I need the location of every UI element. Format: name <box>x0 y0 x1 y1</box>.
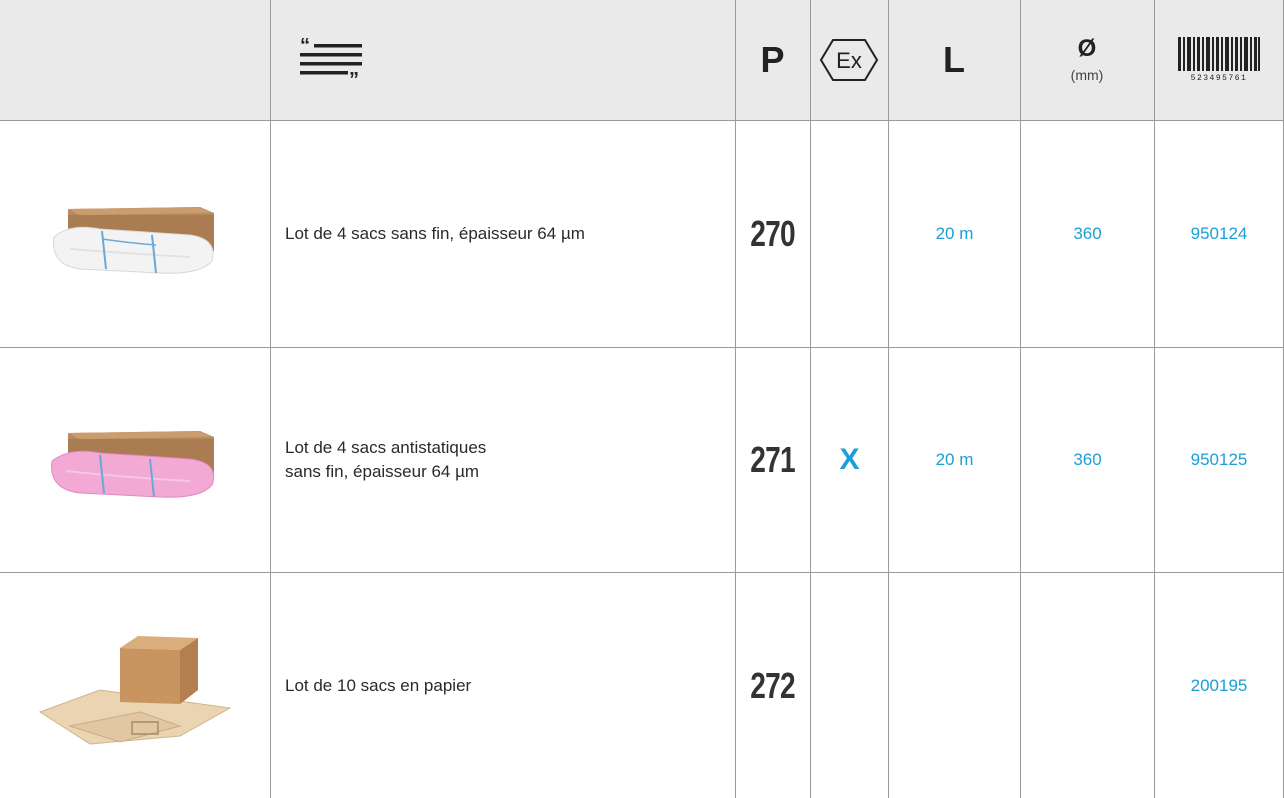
product-reference-cell: 950124 <box>1155 121 1283 347</box>
barcode-icon <box>1178 37 1260 71</box>
product-length-cell: 20 m <box>889 121 1020 347</box>
quote-lines-icon: “ ” <box>300 35 362 86</box>
product-p-number: 270 <box>750 213 796 254</box>
header-p-label: P <box>760 39 785 80</box>
description-line1: Lot de 10 sacs en papier <box>285 675 472 695</box>
product-ex-cell <box>811 121 888 347</box>
product-length-cell: 20 m <box>889 348 1020 572</box>
description-line1: Lot de 4 sacs sans fin, épaisseur 64 µm <box>285 224 585 243</box>
header-diameter-symbol: Ø <box>1077 35 1097 62</box>
product-ex-mark: X <box>839 443 860 476</box>
product-diameter-cell: 360 <box>1021 348 1154 572</box>
product-image <box>0 573 270 798</box>
product-diameter-cell: 360 <box>1021 121 1154 347</box>
header-diameter-unit: (mm) <box>1070 67 1104 83</box>
box-with-paper-bags-image <box>38 635 232 745</box>
header-ex: Ex <box>810 0 888 120</box>
svg-text:”: ” <box>349 69 359 86</box>
barcode-number: 523495761 <box>1190 74 1248 83</box>
product-p-cell: 272 <box>736 573 810 798</box>
header-length: L <box>888 0 1020 120</box>
header-length-label: L <box>943 39 965 80</box>
description-line2: sans fin, épaisseur 64 µm <box>285 462 480 481</box>
header-diameter: Ø (mm) <box>1020 0 1154 120</box>
product-p-cell: 270 <box>736 121 810 347</box>
product-reference-cell: 200195 <box>1155 573 1283 798</box>
product-reference: 200195 <box>1190 675 1248 695</box>
product-diameter-cell <box>1021 573 1154 798</box>
product-description: Lot de 4 sacs sans fin, épaisseur 64 µm <box>271 121 735 347</box>
product-description: Lot de 10 sacs en papier <box>271 573 735 798</box>
product-diameter: 360 <box>1073 450 1102 469</box>
product-table: “ ” P Ex L Ø (mm) 523495761 Lot de 4 sac… <box>0 0 1284 798</box>
box-with-white-bags-image <box>53 207 214 274</box>
header-description: “ ” <box>270 0 735 120</box>
header-ex-label: Ex <box>836 48 862 73</box>
description-line1: Lot de 4 sacs antistatiques <box>285 438 487 457</box>
product-ex-cell: X <box>811 348 888 572</box>
product-length: 20 m <box>935 224 974 243</box>
header-reference: 523495761 <box>1154 0 1284 120</box>
product-length-cell <box>889 573 1020 798</box>
product-reference: 950125 <box>1190 450 1248 469</box>
product-image <box>0 348 270 572</box>
atex-ex-icon: Ex <box>819 39 879 81</box>
product-reference-cell: 950125 <box>1155 348 1283 572</box>
product-diameter: 360 <box>1073 224 1102 243</box>
header-image-column <box>0 0 270 120</box>
box-with-pink-bags-image <box>51 431 215 498</box>
product-image <box>0 121 270 347</box>
product-reference: 950124 <box>1190 224 1248 243</box>
product-p-number: 272 <box>750 664 796 706</box>
product-length: 20 m <box>935 450 974 469</box>
header-p: P <box>735 0 810 120</box>
product-description: Lot de 4 sacs antistatiques sans fin, ép… <box>271 348 735 572</box>
product-p-number: 271 <box>750 439 796 480</box>
product-ex-cell <box>811 573 888 798</box>
product-p-cell: 271 <box>736 348 810 572</box>
